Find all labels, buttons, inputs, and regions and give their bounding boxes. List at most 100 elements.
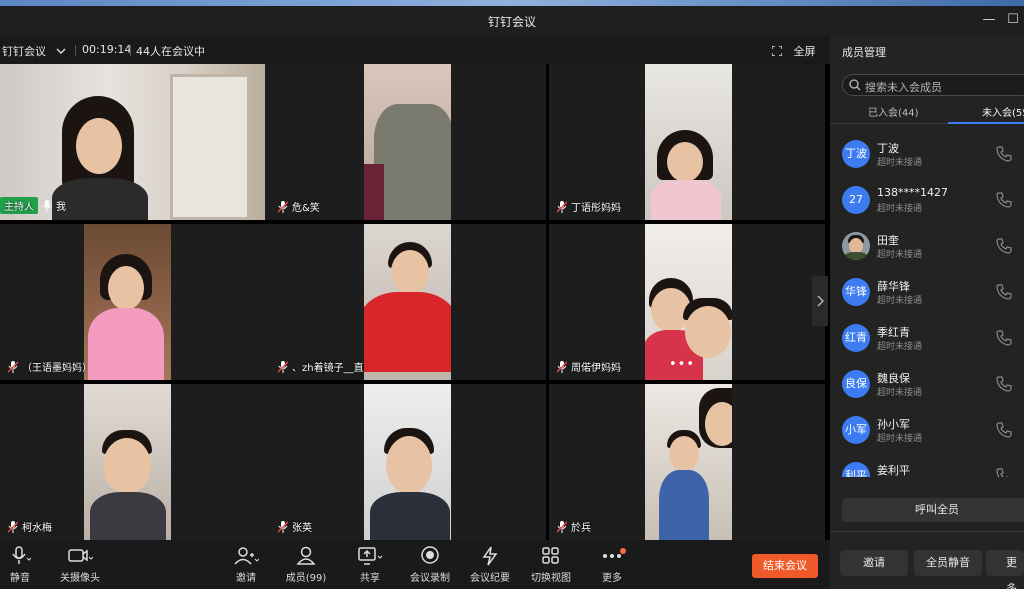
list-item[interactable]: 27 138****1427 超时未接通 xyxy=(830,182,1024,228)
microphone-muted-icon xyxy=(557,360,567,373)
video-tile[interactable]: 丁语彤妈妈 xyxy=(549,64,825,220)
video-feed xyxy=(364,224,451,380)
participant-name: 、zh着镜子__直 xyxy=(292,363,364,374)
list-item[interactable]: 小军 孙小军 超时未接通 xyxy=(830,412,1024,458)
chevron-down-icon xyxy=(56,48,65,54)
avatar: 27 xyxy=(842,186,870,214)
minimize-button[interactable]: — xyxy=(980,11,998,29)
meeting-info-bar: 钉钉会议 00:19:14 44人在会议中 全屏 xyxy=(0,36,830,64)
video-tile[interactable]: 主持人 我 xyxy=(0,64,276,220)
tile-name-bar: 周偌伊妈妈 xyxy=(557,359,621,374)
next-page-button[interactable] xyxy=(812,276,828,326)
member-status: 超时未接通 xyxy=(877,342,923,352)
minutes-button[interactable]: 会议纪要 xyxy=(460,546,520,586)
phone-icon[interactable] xyxy=(996,330,1012,346)
member-search-input[interactable]: 搜索未入会成员 xyxy=(842,74,1024,96)
list-item[interactable]: 利平 姜利平 xyxy=(830,458,1024,477)
microphone-muted-icon xyxy=(278,520,288,533)
participant-name: 於兵 xyxy=(571,523,591,534)
tile-name-bar: 、zh着镜子__直 xyxy=(278,359,364,374)
fullscreen-icon xyxy=(771,45,783,57)
microphone-icon xyxy=(12,546,31,564)
record-icon xyxy=(421,546,439,564)
phone-icon[interactable] xyxy=(996,284,1012,300)
video-tile[interactable]: （王语墨妈妈） xyxy=(0,224,276,380)
screen-share-icon xyxy=(358,547,383,565)
share-button[interactable]: 共享 xyxy=(340,546,400,586)
tile-name-bar: 丁语彤妈妈 xyxy=(557,199,621,214)
video-feed xyxy=(645,64,732,220)
member-status: 超时未接通 xyxy=(877,296,923,306)
invite-button[interactable]: 邀请 xyxy=(216,546,276,586)
video-tile[interactable]: 、zh着镜子__直 xyxy=(270,224,546,380)
video-feed xyxy=(364,64,451,220)
tab-joined[interactable]: 已入会(44) xyxy=(868,104,919,119)
member-name: 薛华锋 xyxy=(877,280,910,293)
maximize-button[interactable]: ☐ xyxy=(1004,11,1022,29)
microphone-muted-icon xyxy=(8,520,18,533)
avatar-photo xyxy=(842,232,870,260)
camera-button[interactable]: 关摄像头 xyxy=(50,546,110,586)
host-tag: 主持人 xyxy=(0,197,38,214)
fullscreen-button[interactable]: 全屏 xyxy=(771,43,816,59)
avatar: 良保 xyxy=(842,370,870,398)
title-bar: 钉钉会议 — ☐ xyxy=(0,6,1024,36)
microphone-muted-icon xyxy=(278,360,288,373)
panel-more-button[interactable]: 更多 xyxy=(986,550,1024,589)
microphone-muted-icon xyxy=(557,520,567,533)
tile-name-bar: 柯水梅 xyxy=(8,519,52,534)
mute-button[interactable]: 静音 xyxy=(0,546,50,586)
list-item[interactable]: 丁波 丁波 超时未接通 xyxy=(830,136,1024,182)
app-menu-label: 钉钉会议 xyxy=(2,45,46,58)
members-label: 成员(99) xyxy=(285,573,327,584)
more-options-button[interactable]: ••• xyxy=(669,357,695,372)
mute-label: 静音 xyxy=(10,573,30,584)
phone-icon[interactable] xyxy=(996,468,1012,477)
list-item[interactable]: 良保 魏良保 超时未接通 xyxy=(830,366,1024,412)
call-all-button[interactable]: 呼叫全员 xyxy=(842,498,1024,522)
phone-icon[interactable] xyxy=(996,238,1012,254)
minutes-label: 会议纪要 xyxy=(470,573,510,584)
phone-icon[interactable] xyxy=(996,376,1012,392)
phone-icon[interactable] xyxy=(996,422,1012,438)
list-item[interactable]: 华锋 薛华锋 超时未接通 xyxy=(830,274,1024,320)
member-name: 田奎 xyxy=(877,234,899,247)
more-button[interactable]: 更多 xyxy=(582,546,642,586)
video-tile[interactable]: 周偌伊妈妈 ••• xyxy=(549,224,825,380)
tile-name-bar: 危&笑 xyxy=(278,199,320,214)
end-meeting-button[interactable]: 结束会议 xyxy=(752,554,818,578)
list-item[interactable]: 田奎 超时未接通 xyxy=(830,228,1024,274)
user-icon xyxy=(296,546,316,565)
add-user-icon xyxy=(234,547,259,565)
panel-invite-button[interactable]: 邀请 xyxy=(840,550,908,576)
app-menu[interactable]: 钉钉会议 xyxy=(2,43,66,59)
video-grid: 主持人 我 危&笑 丁语彤妈妈 （王语墨妈妈） 、zh着镜子__直 周偌伊妈妈 … xyxy=(0,64,830,540)
member-list: 丁波 丁波 超时未接通 27 138****1427 超时未接通 田奎 超时未接… xyxy=(830,132,1024,477)
chevron-right-icon xyxy=(817,295,824,307)
video-tile[interactable]: 於兵 xyxy=(549,384,825,540)
members-button[interactable]: 成员(99) xyxy=(276,546,336,586)
member-name: 孙小军 xyxy=(877,418,910,431)
panel-divider xyxy=(830,531,1024,532)
video-feed xyxy=(645,384,732,540)
microphone-muted-icon xyxy=(557,200,567,213)
video-feed xyxy=(84,224,171,380)
tab-not-joined[interactable]: 未入会(55) xyxy=(982,104,1024,119)
phone-icon[interactable] xyxy=(996,146,1012,162)
search-placeholder: 搜索未入会成员 xyxy=(865,81,942,94)
mute-all-button[interactable]: 全员静音 xyxy=(914,550,982,576)
video-tile[interactable]: 张英 xyxy=(270,384,546,540)
member-status: 超时未接通 xyxy=(877,158,923,168)
microphone-icon xyxy=(42,199,52,212)
phone-icon[interactable] xyxy=(996,192,1012,208)
member-name: 季红青 xyxy=(877,326,910,339)
record-button[interactable]: 会议录制 xyxy=(400,546,460,586)
member-status: 超时未接通 xyxy=(877,388,923,398)
switch-view-button[interactable]: 切换视图 xyxy=(521,546,581,586)
meeting-duration: 00:19:14 xyxy=(82,43,132,56)
video-tile[interactable]: 危&笑 xyxy=(270,64,546,220)
member-status: 超时未接通 xyxy=(877,434,923,444)
list-item[interactable]: 红青 季红青 超时未接通 xyxy=(830,320,1024,366)
video-tile[interactable]: 柯水梅 xyxy=(0,384,276,540)
active-tab-indicator xyxy=(948,122,1024,124)
